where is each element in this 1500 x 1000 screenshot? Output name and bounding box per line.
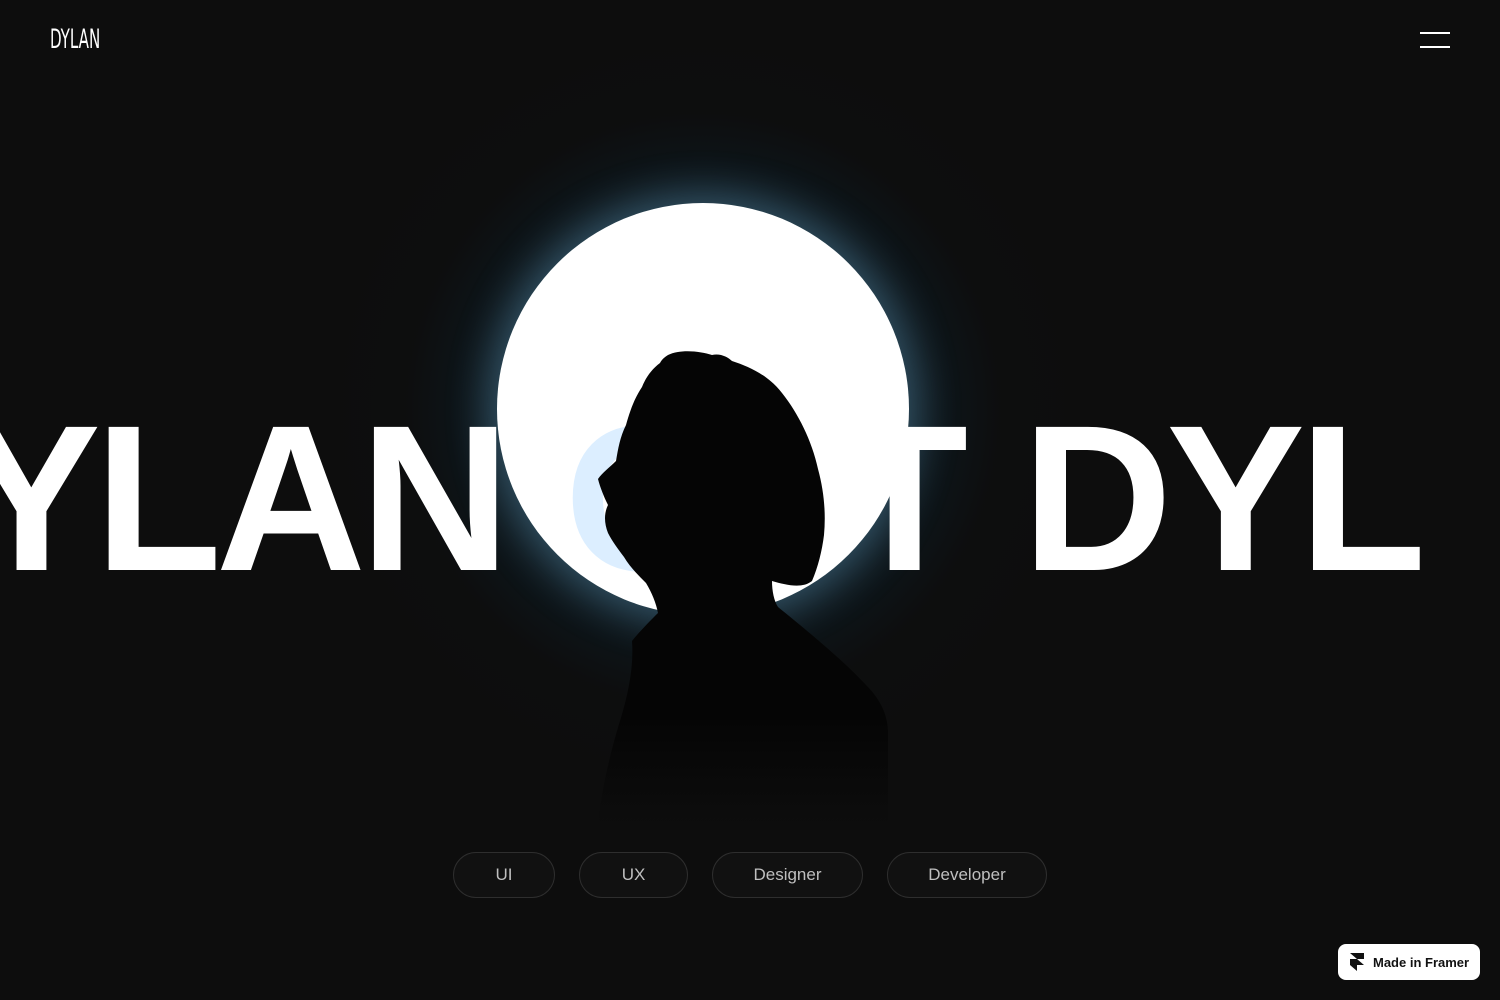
badge-label: Made in Framer <box>1373 954 1470 970</box>
hamburger-icon <box>1420 32 1450 34</box>
logo[interactable]: DYLAN <box>50 24 100 55</box>
menu-button[interactable] <box>1420 30 1450 50</box>
profile-silhouette <box>598 351 888 825</box>
tag-designer[interactable]: Designer <box>712 852 863 898</box>
made-in-framer-badge[interactable]: Made in Framer <box>1338 944 1480 980</box>
hamburger-icon-bar <box>1420 46 1450 48</box>
tag-ui[interactable]: UI <box>453 852 555 898</box>
tag-developer[interactable]: Developer <box>887 852 1047 898</box>
marquee-segment: YLAN <box>0 383 510 615</box>
marquee-segment: DYL <box>1022 383 1426 615</box>
tag-ux[interactable]: UX <box>579 852 688 898</box>
framer-icon <box>1350 953 1364 971</box>
page: DYLAN YLANOFTDYL UI UX Designer Develope… <box>0 0 1500 1000</box>
role-tags: UI UX Designer Developer <box>0 852 1500 900</box>
